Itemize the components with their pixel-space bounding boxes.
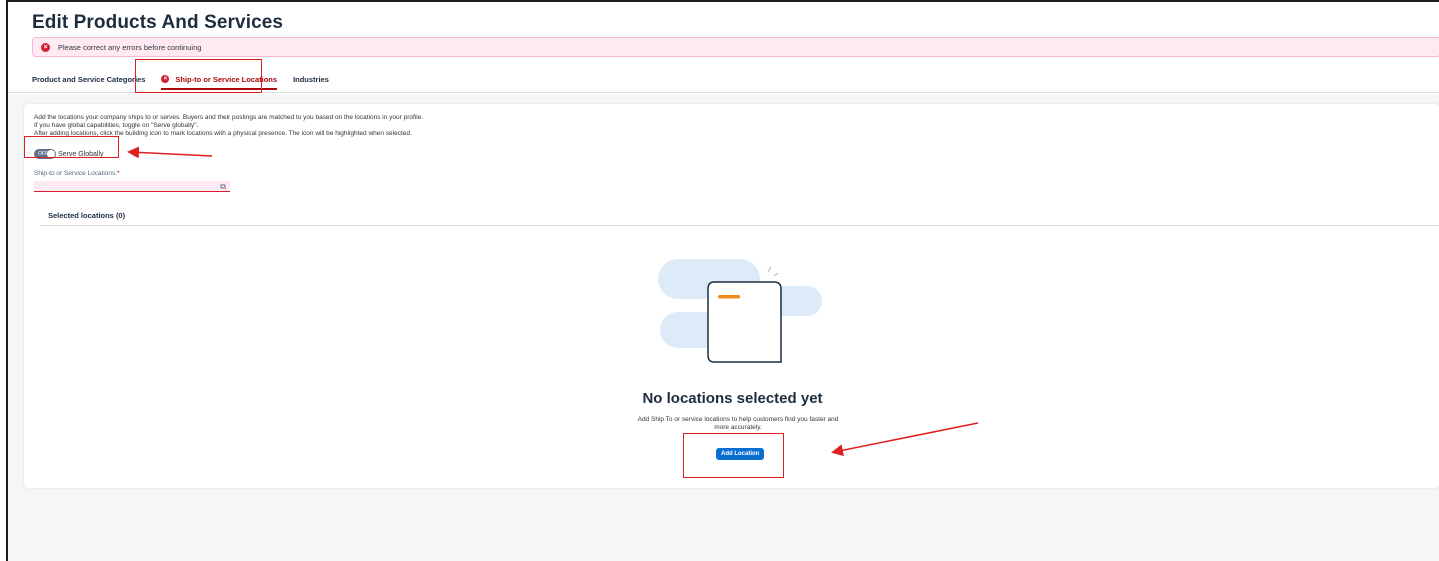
page-title: Edit Products And Services — [32, 12, 284, 33]
serve-globally-toggle[interactable]: OFF — [34, 149, 56, 159]
app-frame: Edit Products And Services × Please corr… — [6, 0, 1439, 561]
tab-bar: Product and Service Categories × Ship-to… — [24, 66, 337, 92]
error-circle-icon: × — [161, 75, 170, 83]
field-label-text: Ship-to or Service Locations: — [34, 170, 118, 177]
value-help-icon[interactable]: ⧉ — [220, 182, 226, 191]
locations-input[interactable]: ⧉ — [34, 181, 230, 192]
tab-label: Ship-to or Service Locations — [175, 74, 278, 84]
section-divider — [40, 225, 1439, 226]
error-message-text: Please correct any errors before continu… — [58, 42, 202, 52]
add-location-button[interactable]: Add Location — [716, 448, 765, 460]
locations-card: Add the locations your company ships to … — [24, 104, 1439, 488]
tab-label: Industries — [293, 74, 329, 84]
selected-locations-title: Selected locations (0) — [48, 211, 126, 220]
page-header: Edit Products And Services × Please corr… — [8, 2, 1439, 94]
header-divider — [8, 92, 1439, 93]
empty-state-title: No locations selected yet — [642, 390, 823, 407]
serve-globally-row: OFF Serve Globally — [34, 148, 104, 160]
error-circle-icon: × — [41, 42, 50, 52]
instructions-text: Add the locations your company ships to … — [34, 114, 423, 138]
tab-product-service-categories[interactable]: Product and Service Categories — [24, 66, 153, 92]
toggle-knob — [47, 150, 55, 158]
error-message-strip: × Please correct any errors before conti… — [32, 37, 1439, 57]
tab-label: Product and Service Categories — [32, 74, 146, 84]
empty-state-subtitle: Add Ship To or service locations to help… — [637, 416, 839, 431]
required-mark: * — [117, 170, 120, 177]
locations-field-label: Ship-to or Service Locations:* — [34, 170, 120, 177]
instruction-line: Add the locations your company ships to … — [34, 114, 424, 121]
instruction-line: If you have global capabilities, toggle … — [34, 122, 199, 129]
tab-ship-to-service-locations[interactable]: × Ship-to or Service Locations — [153, 66, 285, 92]
instruction-line: After adding locations, click the buildi… — [34, 130, 412, 137]
empty-document-illustration — [658, 259, 822, 363]
tab-industries[interactable]: Industries — [285, 66, 337, 92]
serve-globally-label: Serve Globally — [58, 150, 104, 158]
